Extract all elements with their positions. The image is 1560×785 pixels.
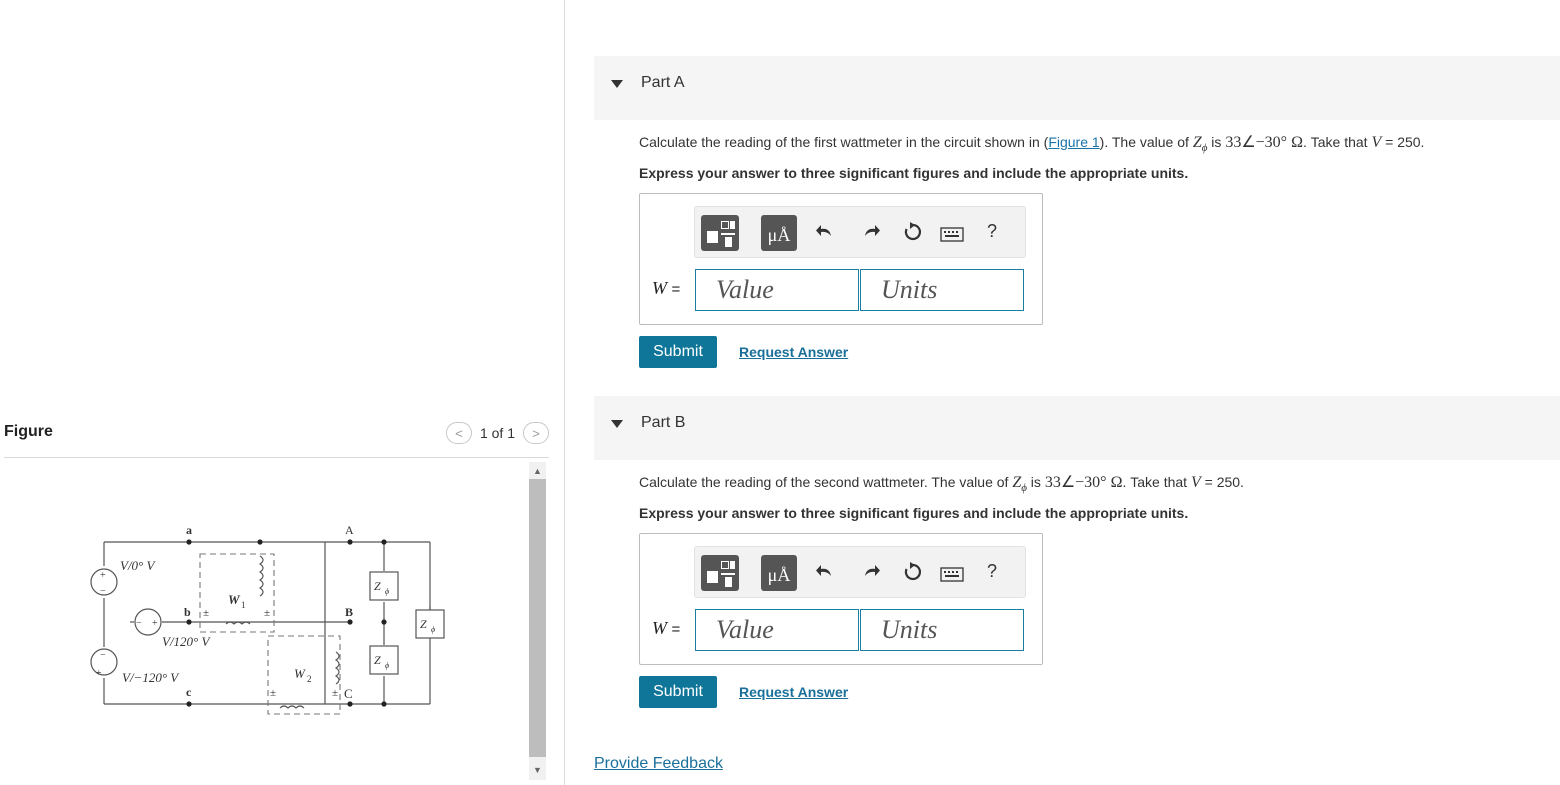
source-2-plus: + (152, 618, 158, 629)
impedance-3-label: Z (420, 617, 427, 631)
impedance-1-label: Z (374, 579, 381, 593)
part-a-units-input[interactable]: Units (860, 269, 1024, 311)
part-b-value-input[interactable]: Value (695, 609, 859, 651)
reset-icon[interactable] (902, 221, 924, 243)
wattmeter-1-sub: 1 (241, 600, 246, 610)
templates-button[interactable] (701, 555, 739, 591)
collapse-caret-icon[interactable] (611, 420, 623, 428)
source-3-minus: − (100, 650, 106, 661)
scroll-up-arrow-icon[interactable]: ▲ (531, 465, 544, 477)
node-b-label: b (184, 605, 191, 619)
part-b-units-input[interactable]: Units (860, 609, 1024, 651)
part-b-instruction: Express your answer to three significant… (639, 505, 1189, 521)
keyboard-icon[interactable] (940, 227, 964, 243)
node-c-label: c (186, 685, 192, 699)
wattmeter-1-voltage-pm: ± (264, 607, 270, 619)
units-button[interactable]: μÅ (761, 555, 797, 591)
impedance-3-sub: ϕ (431, 625, 435, 634)
figure-link[interactable]: Figure 1 (1048, 134, 1099, 150)
source-2-minus: − (136, 618, 142, 629)
source-3-label: V/−120° V (122, 670, 180, 685)
part-a-value-input[interactable]: Value (695, 269, 859, 311)
part-a-variable-label: W = (652, 278, 681, 298)
impedance-2-sub: ϕ (385, 661, 389, 670)
source-1-label: V/0° V (120, 558, 157, 573)
node-A-label: A (345, 523, 354, 537)
part-a-request-answer-link[interactable]: Request Answer (739, 344, 848, 360)
part-a-answer-box: μÅ ? W = Value Units (639, 193, 1043, 325)
redo-icon[interactable] (861, 221, 881, 241)
part-b-title: Part B (641, 414, 686, 431)
part-b-answer-box: μÅ ? W = Value Units (639, 533, 1043, 665)
units-button[interactable]: μÅ (761, 215, 797, 251)
part-b-submit-button[interactable]: Submit (639, 676, 717, 708)
part-a-title: Part A (641, 74, 685, 91)
part-a-submit-button[interactable]: Submit (639, 336, 717, 368)
source-2-label: V/120° V (162, 634, 212, 649)
part-a-question: Calculate the reading of the first wattm… (639, 134, 1425, 154)
impedance-2-label: Z (374, 653, 381, 667)
collapse-caret-icon[interactable] (611, 80, 623, 88)
node-a-label: a (186, 523, 192, 537)
part-a-math-toolbar: μÅ ? (694, 206, 1026, 258)
keyboard-icon[interactable] (940, 567, 964, 583)
part-a-instruction: Express your answer to three significant… (639, 165, 1189, 181)
part-b-variable-label: W = (652, 618, 681, 638)
redo-icon[interactable] (861, 561, 881, 581)
part-b-request-answer-link[interactable]: Request Answer (739, 684, 848, 700)
figure-title: Figure (4, 423, 53, 440)
undo-icon[interactable] (815, 561, 835, 581)
wattmeter-2-voltage-pm: ± (332, 687, 338, 699)
part-a-header[interactable]: Part A (594, 56, 1560, 120)
node-B-label: B (345, 605, 353, 619)
provide-feedback-link[interactable]: Provide Feedback (594, 755, 723, 773)
figure-header: Figure < 1 of 1 > (4, 422, 549, 458)
part-b-math-toolbar: μÅ ? (694, 546, 1026, 598)
figure-pager: < 1 of 1 > (445, 422, 549, 444)
undo-icon[interactable] (815, 221, 835, 241)
wattmeter-2-sub: 2 (307, 674, 312, 684)
part-b-header[interactable]: Part B (594, 396, 1560, 460)
figure-scrollbar-thumb[interactable] (529, 479, 546, 757)
help-button[interactable]: ? (987, 561, 997, 582)
scroll-down-arrow-icon[interactable]: ▼ (531, 764, 544, 776)
node-C-label: C (344, 686, 353, 701)
figure-pane: Figure < 1 of 1 > ▲ ▼ a b c A B C V/0° V… (0, 0, 565, 785)
wattmeter-1-label: W (228, 592, 241, 607)
templates-button[interactable] (701, 215, 739, 251)
prev-figure-button[interactable]: < (445, 422, 472, 444)
next-figure-button[interactable]: > (523, 422, 549, 444)
part-b-question: Calculate the reading of the second watt… (639, 474, 1244, 494)
reset-icon[interactable] (902, 561, 924, 583)
circuit-diagram: a b c A B C V/0° V V/120° V V/−120° V W … (90, 523, 445, 715)
source-1-plus: + (100, 570, 106, 581)
help-button[interactable]: ? (987, 221, 997, 242)
figure-page-label: 1 of 1 (479, 425, 515, 441)
impedance-1-sub: ϕ (385, 587, 389, 596)
wattmeter-1-current-pm: ± (203, 607, 209, 619)
wattmeter-2-label: W (294, 666, 306, 681)
wattmeter-2-current-pm: ± (270, 687, 276, 699)
source-3-plus: + (96, 668, 102, 679)
source-1-minus: − (100, 586, 106, 597)
